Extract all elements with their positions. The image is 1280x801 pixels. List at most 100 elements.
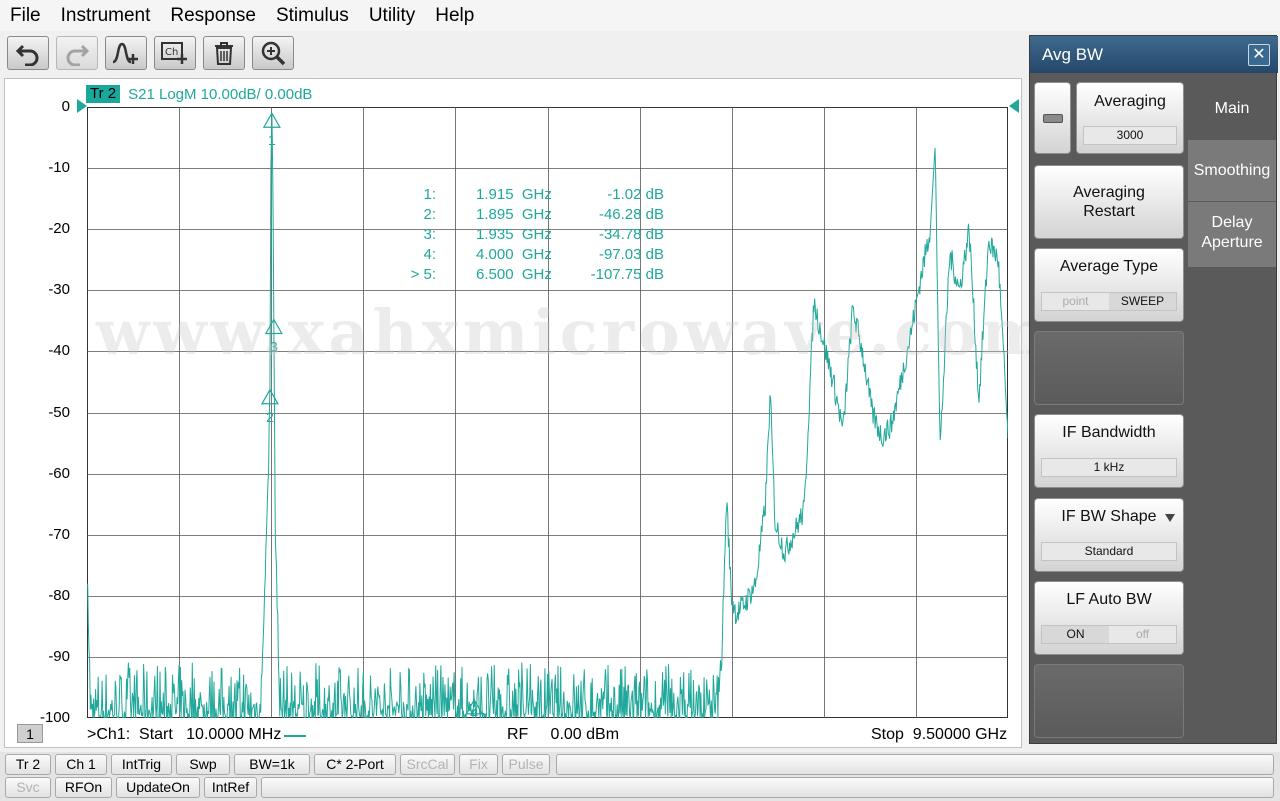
add-marker-button[interactable]: [105, 36, 147, 70]
marker-id: 3:: [423, 226, 436, 243]
y-tick-label: -10: [48, 159, 70, 177]
status-inttrig[interactable]: IntTrig: [111, 754, 172, 775]
svg-text:Ch: Ch: [165, 47, 178, 58]
if-bw-shape-button[interactable]: IF BW Shape Standard: [1034, 498, 1184, 572]
menu-bar: File Instrument Response Stimulus Utilit…: [0, 0, 1280, 31]
add-channel-button[interactable]: Ch: [154, 36, 196, 70]
redo-button[interactable]: [56, 36, 98, 70]
trace-description[interactable]: S21 LogM 10.00dB/ 0.00dB: [128, 86, 312, 103]
marker-frequency: 6.500 GHz: [476, 266, 552, 283]
tab-delay-aperture[interactable]: Delay Aperture: [1188, 202, 1276, 268]
averaging-button[interactable]: Averaging 3000: [1076, 82, 1184, 154]
tab-main[interactable]: Main: [1188, 82, 1276, 140]
delete-button[interactable]: [203, 36, 245, 70]
marker-readout-row[interactable]: 2: 1.895 GHz -46.28 dB: [390, 206, 680, 226]
empty-softkey: [1034, 331, 1184, 405]
averaging-count[interactable]: 3000: [1083, 126, 1177, 145]
panel-title: Avg BW: [1042, 45, 1104, 64]
marker-value: -46.28 dB: [598, 206, 664, 223]
close-icon: ✕: [1252, 46, 1266, 63]
menu-file[interactable]: File: [0, 0, 51, 31]
undo-icon: [15, 44, 39, 66]
marker-value: -107.75 dB: [590, 266, 664, 283]
trash-icon: [215, 42, 233, 65]
status-ch-1[interactable]: Ch 1: [55, 754, 107, 775]
average-type-button[interactable]: Average Type point SWEEP: [1034, 248, 1184, 322]
y-tick-label: -70: [48, 525, 70, 543]
trace-title[interactable]: Tr 2 S21 LogM 10.00dB/ 0.00dB: [86, 85, 312, 103]
menu-stimulus[interactable]: Stimulus: [266, 0, 359, 31]
marker-label: 1: [268, 132, 276, 148]
y-tick-label: -50: [48, 403, 70, 421]
average-type-sweep[interactable]: SWEEP: [1109, 293, 1176, 310]
y-tick-label: 0: [61, 98, 70, 115]
lf-auto-bw-on[interactable]: ON: [1042, 626, 1109, 643]
marker-id: 2:: [423, 206, 436, 223]
marker-readout-row[interactable]: 1: 1.915 GHz -1.02 dB: [390, 186, 680, 206]
y-tick-label: -80: [48, 586, 70, 604]
status-c-2-port[interactable]: C* 2-Port: [314, 754, 396, 775]
redo-icon: [66, 44, 90, 66]
if-bandwidth-value[interactable]: 1 kHz: [1041, 458, 1177, 477]
ref-right-arrow-icon: [1009, 99, 1019, 113]
status-rfon[interactable]: RFOn: [55, 777, 112, 798]
marker-frequency: 1.915 GHz: [476, 186, 552, 203]
status-fix[interactable]: Fix: [459, 754, 498, 775]
marker-id: 1:: [423, 186, 436, 203]
undo-button[interactable]: [7, 36, 49, 70]
menu-help[interactable]: Help: [425, 0, 484, 31]
if-bw-shape-value[interactable]: Standard: [1041, 542, 1177, 561]
lf-auto-bw-button[interactable]: LF Auto BW ON off: [1034, 581, 1184, 655]
averaging-toggle-button[interactable]: [1034, 82, 1071, 154]
average-type-label: Average Type: [1059, 258, 1159, 275]
status-swp[interactable]: Swp: [176, 754, 230, 775]
add-channel-icon: Ch: [161, 42, 187, 64]
zoom-button[interactable]: [252, 36, 294, 70]
menu-utility[interactable]: Utility: [359, 0, 425, 31]
toolbar: Ch: [0, 31, 1030, 75]
y-tick-label: -20: [48, 220, 70, 238]
average-type-point[interactable]: point: [1042, 293, 1109, 310]
marker-readout: 1: 1.915 GHz -1.02 dB 2: 1.895 GHz -46.28 dB 3…: [390, 186, 680, 286]
averaging-restart-label: Averaging Restart: [1073, 184, 1145, 220]
status-bar: Tr 2 Ch 1 IntTrig Swp BW=1k C* 2-Port SrcCal Fi…: [0, 752, 1280, 801]
status-svc[interactable]: Svc: [5, 777, 51, 798]
dropdown-arrow-icon: [1165, 514, 1175, 522]
status-pulse[interactable]: Pulse: [502, 754, 550, 775]
menu-instrument[interactable]: Instrument: [51, 0, 161, 31]
marker-readout-row[interactable]: 3: 1.935 GHz -34.78 dB: [390, 226, 680, 246]
y-tick-label: -60: [48, 464, 70, 482]
marker-value: -34.78 dB: [598, 226, 664, 243]
menu-response[interactable]: Response: [160, 0, 266, 31]
marker-readout-row[interactable]: 4: 4.000 GHz -97.03 dB: [390, 246, 680, 266]
rf-power[interactable]: RF 0.00 dBm: [507, 726, 619, 744]
empty-softkey: [1034, 664, 1184, 738]
status-message-area: [556, 754, 1274, 775]
tab-smoothing[interactable]: Smoothing: [1188, 140, 1276, 202]
average-type-selector[interactable]: point SWEEP: [1041, 292, 1177, 311]
status-srccal[interactable]: SrcCal: [400, 754, 455, 775]
if-bandwidth-button[interactable]: IF Bandwidth 1 kHz: [1034, 414, 1184, 488]
marker-value: -1.02 dB: [607, 186, 664, 203]
ref-left-arrow-icon: [77, 99, 87, 113]
lf-auto-bw-selector[interactable]: ON off: [1041, 625, 1177, 644]
marker-id: 4:: [423, 246, 436, 263]
trace-legend-line: [284, 735, 306, 737]
status-intref[interactable]: IntRef: [204, 777, 257, 798]
averaging-led-icon: [1043, 114, 1063, 123]
status-tr-2[interactable]: Tr 2: [5, 754, 51, 775]
marker-readout-row[interactable]: > 5: 6.500 GHz -107.75 dB: [390, 266, 680, 286]
status-updateon[interactable]: UpdateOn: [116, 777, 200, 798]
lf-auto-bw-label: LF Auto BW: [1066, 591, 1152, 608]
stop-frequency[interactable]: Stop 9.50000 GHz: [871, 726, 1007, 744]
panel-header: Avg BW ✕: [1030, 36, 1278, 73]
averaging-restart-button[interactable]: Averaging Restart: [1034, 165, 1184, 239]
channel-number[interactable]: 1: [17, 724, 43, 743]
averaging-label: Averaging: [1094, 93, 1166, 110]
start-frequency[interactable]: >Ch1: Start 10.0000 MHz: [87, 726, 281, 744]
marker-label: 4: [470, 705, 478, 718]
trace-tag[interactable]: Tr 2: [86, 85, 121, 103]
close-button[interactable]: ✕: [1248, 44, 1270, 66]
status-bw-1k[interactable]: BW=1k: [234, 754, 310, 775]
lf-auto-bw-off[interactable]: off: [1109, 626, 1176, 643]
